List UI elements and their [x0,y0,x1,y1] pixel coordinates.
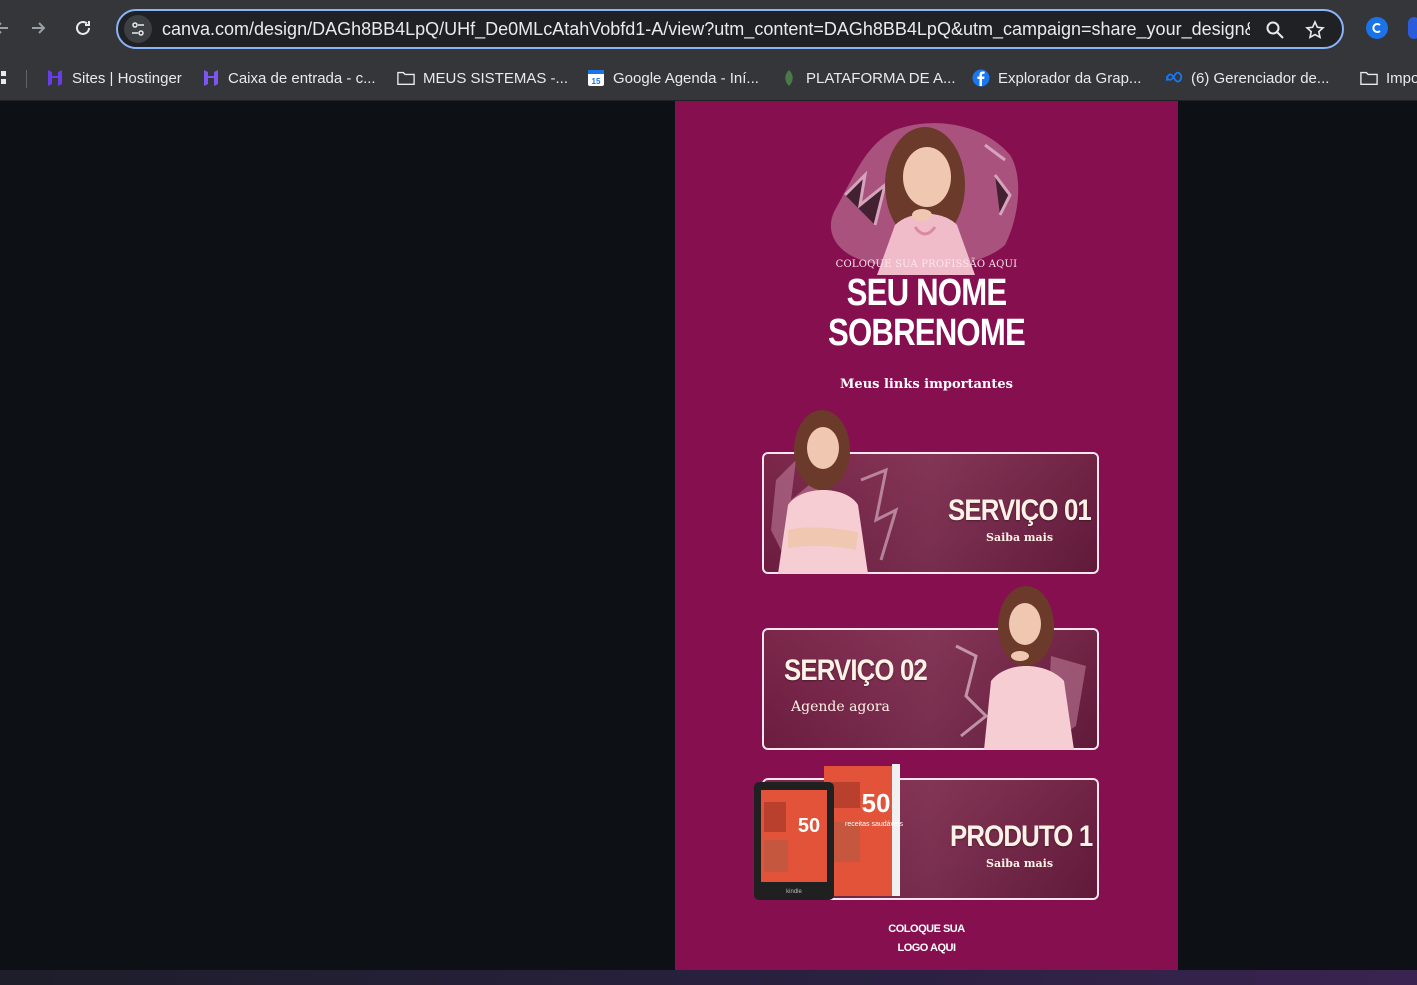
person-photo [771,410,899,574]
product-1-card[interactable]: 50 receitas saudáveis 50 kindle PRODUTO … [754,764,1099,900]
back-arrow-icon [0,22,8,34]
back-button[interactable] [0,12,18,44]
logo-placeholder-line-1: COLOQUE SUA [888,923,965,935]
address-bar[interactable]: canva.com/design/DAGh8BB4LpQ/UHf_De0MLcA… [116,9,1344,49]
book-text: receitas saudáveis [845,821,903,828]
folder-icon [1360,69,1378,87]
folder-icon [397,69,415,87]
bookmark-meus-sistemas[interactable]: MEUS SISTEMAS -... [397,65,568,91]
card-title: SERVIÇO 01 [948,494,1092,527]
site-info-button[interactable] [124,15,152,43]
bookmark-impo[interactable]: Impo [1360,65,1417,91]
kindle-label: kindle [786,889,802,895]
service-02-card[interactable]: SERVIÇO 02 Agende agora [762,586,1099,750]
bookmark-label: Impo [1386,69,1417,87]
leaf-icon [780,69,798,87]
apps-icon[interactable] [0,65,8,91]
google-calendar-icon: 15 [587,69,605,87]
bookmark-star-icon[interactable] [1302,17,1328,43]
name-line-1: SEU NOME [846,272,1007,314]
bookmark-label: (6) Gerenciador de... [1191,69,1330,87]
bookmark-explorador-graph[interactable]: Explorador da Grap... [972,65,1141,91]
extension-icon[interactable] [1366,17,1388,39]
ebook-mockup-image: 50 receitas saudáveis 50 kindle [754,764,903,900]
profession-label: COLOQUE SUA PROFISSÃO AQUI [835,259,1018,270]
bookmark-label: Google Agenda - Iní... [613,69,759,87]
name-line-2: SOBRENOME [828,312,1026,354]
link-in-bio-design: COLOQUE SUA PROFISSÃO AQUI SEU NOME SOBR… [675,101,1178,970]
bookmark-label: Sites | Hostinger [72,69,182,87]
bookmark-label: PLATAFORMA DE A... [806,69,956,87]
name-heading: SEU NOME SOBRENOME [720,273,1132,353]
person-photo [955,586,1086,750]
book-number: 50 [862,788,891,818]
page-viewport: COLOQUE SUA PROFISSÃO AQUI SEU NOME SOBR… [0,101,1417,970]
hostinger-icon [46,69,64,87]
extension-icon-2[interactable] [1408,17,1417,39]
svg-text:15: 15 [592,77,601,86]
tune-icon [132,22,144,36]
bookmark-hostinger[interactable]: Sites | Hostinger [46,65,182,91]
reload-icon [76,20,90,35]
browser-toolbar: canva.com/design/DAGh8BB4LpQ/UHf_De0MLcA… [0,0,1417,57]
url-text[interactable]: canva.com/design/DAGh8BB4LpQ/UHf_De0MLcA… [162,19,1250,40]
profile-photo [830,123,1019,275]
bookmark-label: Explorador da Grap... [998,69,1142,87]
links-title: Meus links importantes [840,377,1013,392]
zoom-icon[interactable] [1262,17,1288,43]
reload-button[interactable] [67,12,99,44]
bookmarks-bar: Sites | Hostinger Caixa de entrada - c..… [0,57,1417,101]
bookmark-label: MEUS SISTEMAS -... [423,69,569,87]
bookmark-caixa-entrada[interactable]: Caixa de entrada - c... [202,65,376,91]
bookmark-label: Caixa de entrada - c... [228,69,376,87]
bookmark-google-agenda[interactable]: 15 Google Agenda - Iní... [587,65,759,91]
book-number: 50 [798,815,820,837]
card-title: PRODUTO 1 [950,820,1093,853]
bookmark-plataforma[interactable]: PLATAFORMA DE A... [780,65,955,91]
card-subtitle: Saiba mais [986,531,1054,544]
os-taskbar [0,970,1417,985]
forward-button[interactable] [22,12,54,44]
facebook-icon [972,69,990,87]
card-subtitle: Agende agora [791,699,890,715]
forward-arrow-icon [32,22,46,34]
bookmarks-divider [26,70,27,88]
card-subtitle: Saiba mais [986,857,1054,870]
bookmark-gerenciador[interactable]: (6) Gerenciador de... [1165,65,1329,91]
service-01-card[interactable]: SERVIÇO 01 Saiba mais [762,410,1099,574]
logo-placeholder-line-2: LOGO AQUI [897,942,956,954]
hostinger-mail-icon [202,69,220,87]
card-title: SERVIÇO 02 [784,654,928,687]
meta-icon [1165,69,1183,87]
